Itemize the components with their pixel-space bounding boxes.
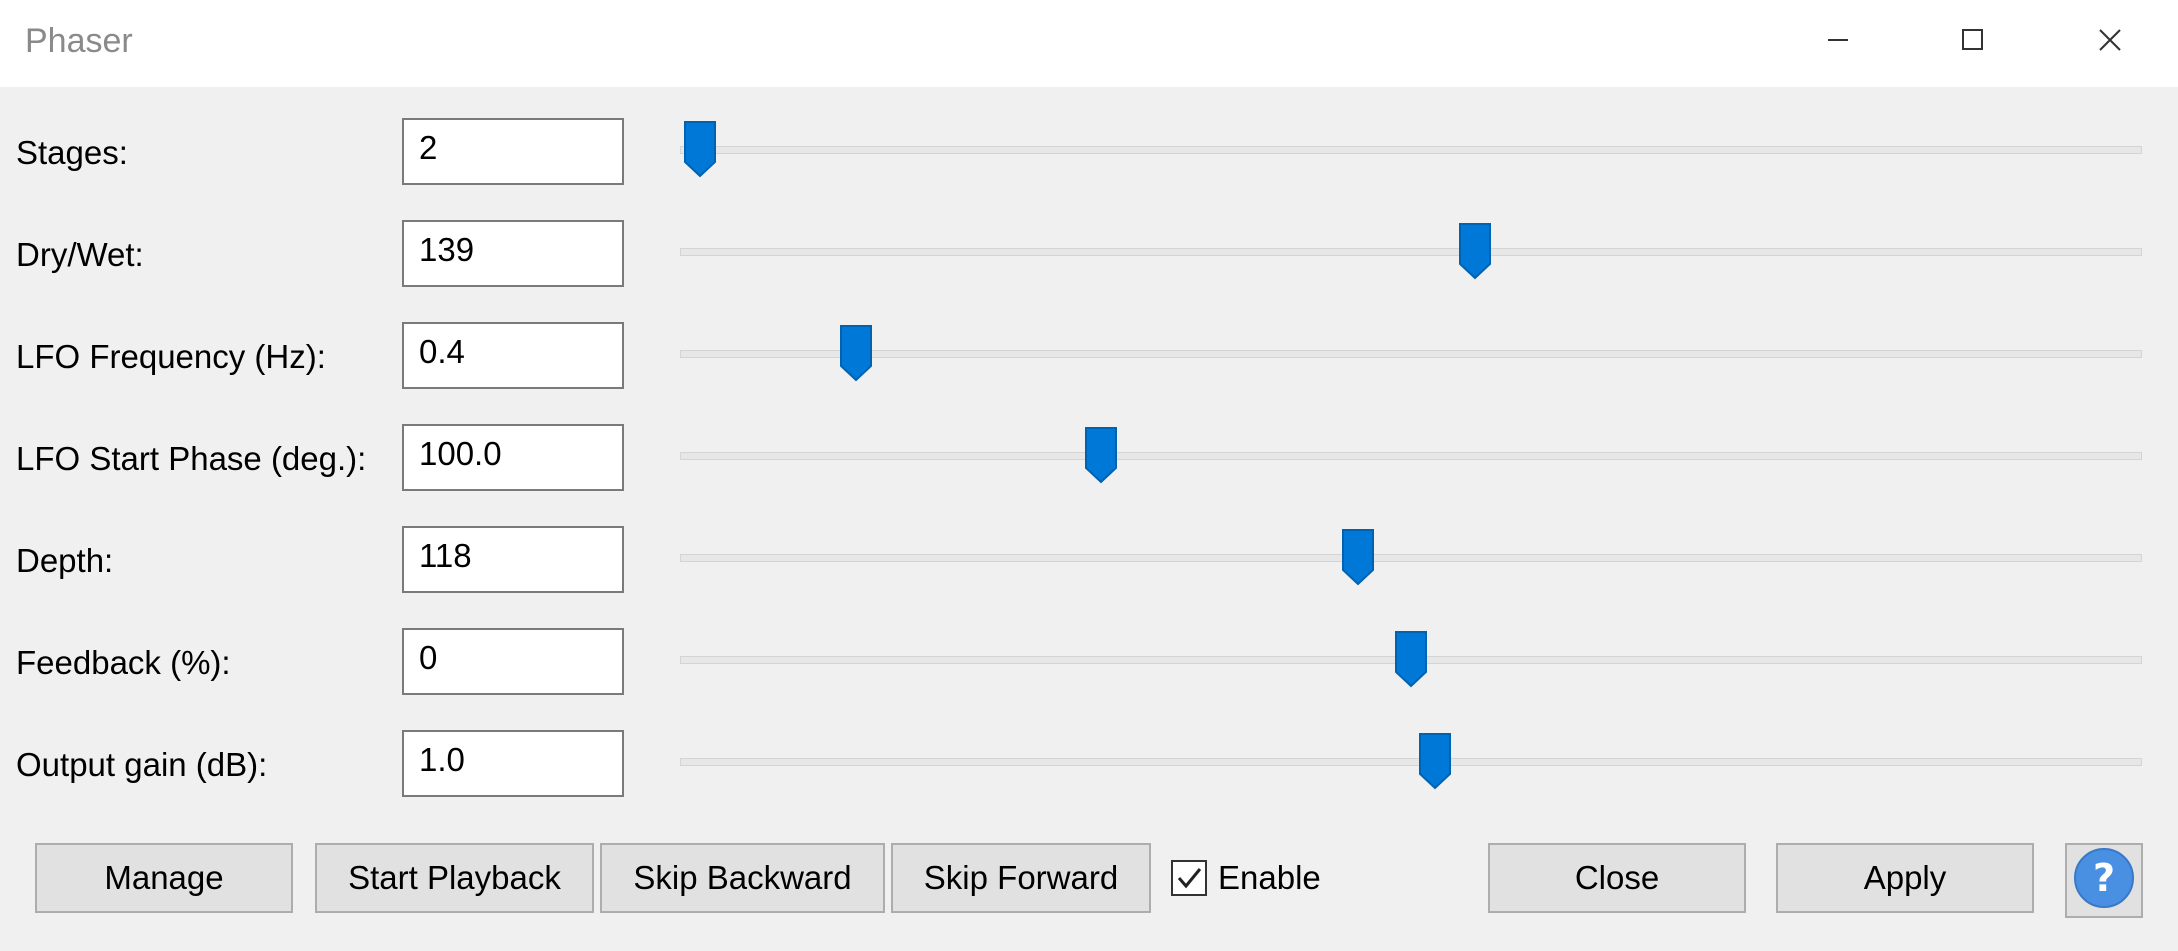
slider-thumb[interactable] (683, 120, 717, 178)
lfo-start-phase-label: LFO Start Phase (deg.): (16, 440, 367, 477)
output-gain-slider[interactable] (680, 732, 2142, 792)
start-playback-button[interactable]: Start Playback (315, 843, 594, 913)
dry-wet-label: Dry/Wet: (16, 236, 144, 273)
close-window-button[interactable] (2040, 0, 2178, 80)
slider-thumb[interactable] (1084, 426, 1118, 484)
window-title: Phaser (25, 22, 133, 60)
skip-forward-button[interactable]: Skip Forward (891, 843, 1151, 913)
enable-label: Enable (1218, 859, 1321, 896)
help-icon: ? (2073, 847, 2135, 914)
lfo-frequency-slider[interactable] (680, 324, 2142, 384)
title-bar: Phaser (0, 0, 2178, 87)
slider-track (680, 248, 2142, 256)
feedback-slider[interactable] (680, 630, 2142, 690)
enable-checkbox[interactable] (1171, 860, 1207, 896)
output-gain-input[interactable]: 1.0 (402, 730, 624, 797)
depth-label: Depth: (16, 542, 114, 579)
slider-thumb[interactable] (1418, 732, 1452, 790)
dry-wet-slider[interactable] (680, 222, 2142, 282)
slider-thumb[interactable] (1394, 630, 1428, 688)
depth-slider[interactable] (680, 528, 2142, 588)
close-button[interactable]: Close (1488, 843, 1746, 913)
close-icon (2099, 29, 2121, 51)
slider-track (680, 350, 2142, 358)
dry-wet-input[interactable]: 139 (402, 220, 624, 287)
lfo-frequency-input[interactable]: 0.4 (402, 322, 624, 389)
manage-button[interactable]: Manage (35, 843, 293, 913)
skip-backward-button[interactable]: Skip Backward (600, 843, 885, 913)
maximize-button[interactable] (1903, 0, 2043, 80)
minimize-icon (1827, 29, 1849, 51)
feedback-label: Feedback (%): (16, 644, 231, 681)
stages-label: Stages: (16, 134, 128, 171)
slider-track (680, 758, 2142, 766)
apply-button[interactable]: Apply (1776, 843, 2034, 913)
lfo-start-phase-input[interactable]: 100.0 (402, 424, 624, 491)
lfo-frequency-label: LFO Frequency (Hz): (16, 338, 326, 375)
help-button[interactable]: ? (2065, 843, 2143, 918)
lfo-start-phase-slider[interactable] (680, 426, 2142, 486)
svg-text:?: ? (2093, 856, 2115, 900)
slider-thumb[interactable] (1458, 222, 1492, 280)
slider-track (680, 146, 2142, 154)
stages-input[interactable]: 2 (402, 118, 624, 185)
maximize-icon (1962, 29, 1984, 51)
slider-track (680, 554, 2142, 562)
feedback-input[interactable]: 0 (402, 628, 624, 695)
slider-thumb[interactable] (1341, 528, 1375, 586)
output-gain-label: Output gain (dB): (16, 746, 268, 783)
slider-thumb[interactable] (839, 324, 873, 382)
minimize-button[interactable] (1768, 0, 1908, 80)
checkmark-icon (1177, 868, 1202, 889)
stages-slider[interactable] (680, 120, 2142, 180)
depth-input[interactable]: 118 (402, 526, 624, 593)
slider-track (680, 452, 2142, 460)
